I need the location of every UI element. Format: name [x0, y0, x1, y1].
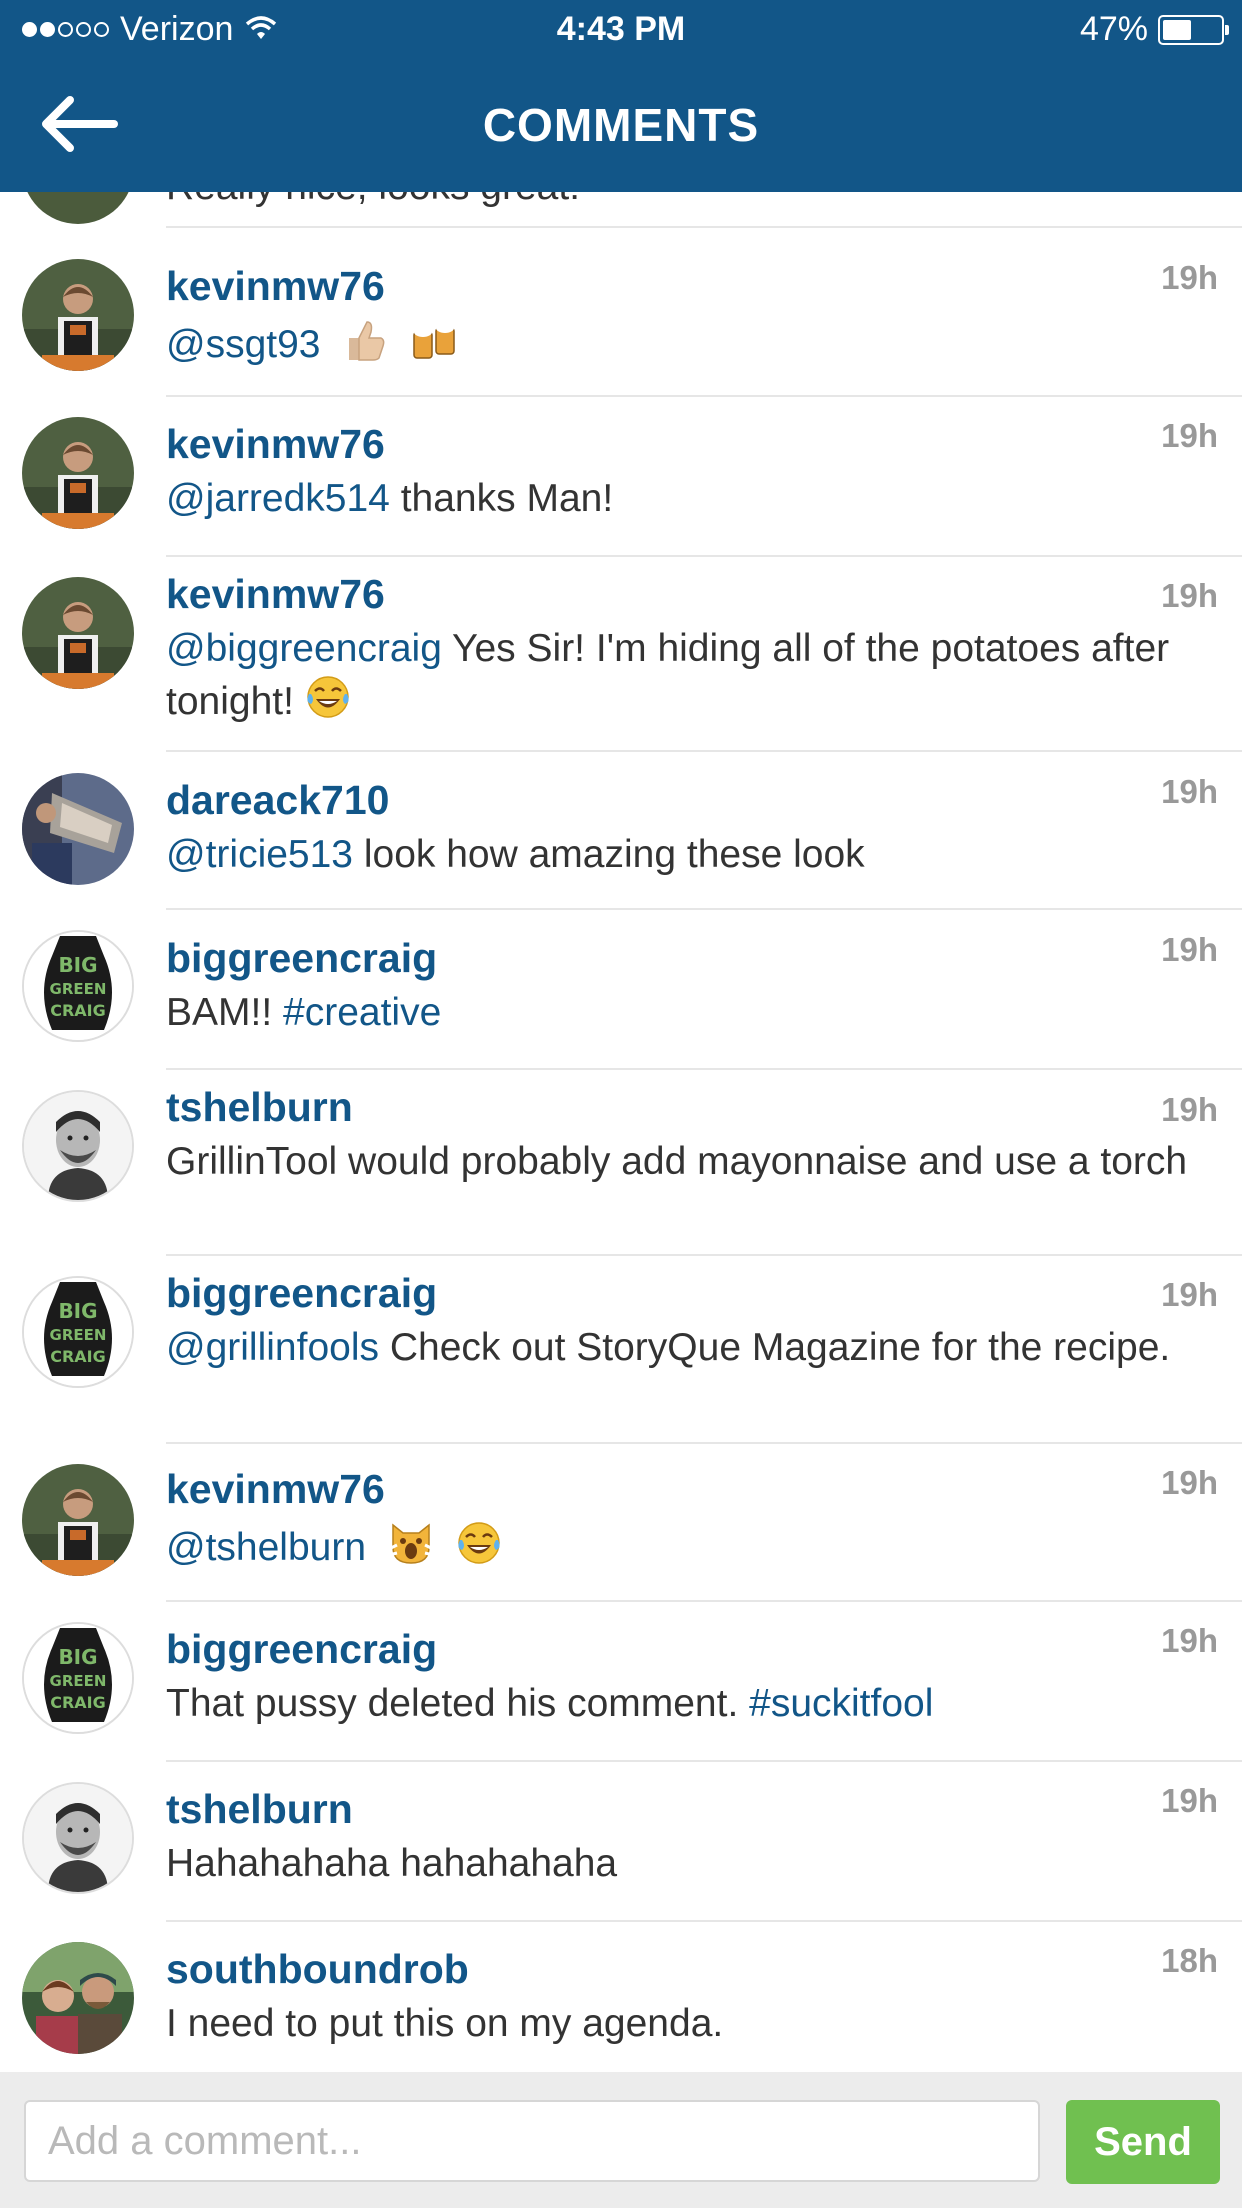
username[interactable]: tshelburn	[166, 1084, 353, 1131]
comment-text: @biggreencraig Yes Sir! I'm hiding all o…	[166, 624, 1216, 733]
svg-text:GREEN: GREEN	[50, 1672, 107, 1690]
timestamp: 19h	[1161, 1276, 1218, 1313]
nav-bar: COMMENTS	[0, 60, 1242, 192]
timestamp: 18h	[1161, 1942, 1218, 1979]
comment-text: GrillinTool would probably add mayonnais…	[166, 1140, 1188, 1183]
svg-text:CRAIG: CRAIG	[50, 1347, 106, 1366]
avatar[interactable]	[22, 773, 134, 885]
comment-list[interactable]: Really nice, looks great! kevinmw76 19h …	[0, 192, 1242, 2072]
page-title: COMMENTS	[482, 99, 760, 151]
avatar[interactable]	[22, 1090, 134, 1202]
comment-row: BIG GREEN CRAIG biggreencraig 19h @grillin…	[0, 1256, 1242, 1444]
screaming-cat-icon	[387, 1519, 435, 1580]
svg-text:BIG: BIG	[58, 953, 97, 977]
timestamp: 19h	[1161, 259, 1218, 296]
comment-text: Hahahahaha hahahahaha	[166, 1842, 618, 1885]
comment-text: @ssgt93	[166, 316, 1216, 377]
timestamp: 19h	[1161, 1091, 1218, 1128]
mention-link[interactable]: @ssgt93	[166, 323, 321, 366]
battery-group: 47%	[1079, 10, 1229, 49]
avatar[interactable]	[22, 1464, 134, 1576]
avatar[interactable]: BIG GREEN CRAIG	[22, 1622, 134, 1734]
username[interactable]: kevinmw76	[166, 571, 385, 618]
comment-row: southboundrob 18h I need to put this on …	[0, 1922, 1242, 2072]
comment-text: That pussy deleted his comment. #suckitf…	[166, 1682, 934, 1725]
comment-text: I need to put this on my agenda.	[166, 2002, 724, 2045]
hashtag-link[interactable]: #suckitfool	[749, 1682, 933, 1725]
laughing-tears-icon	[305, 674, 351, 733]
username[interactable]: kevinmw76	[166, 1466, 385, 1513]
comment-text: @jarredk514 thanks Man!	[166, 477, 614, 520]
timestamp: 19h	[1161, 773, 1218, 810]
laughing-tears-icon	[456, 1520, 502, 1579]
comment-text: Really nice, looks great!	[166, 192, 1216, 212]
comment-row: BIG GREEN CRAIG biggreencraig 19h BAM!! #c…	[0, 910, 1242, 1070]
svg-text:CRAIG: CRAIG	[50, 1693, 106, 1712]
beer-mugs-icon	[410, 316, 458, 377]
comment-row: BIG GREEN CRAIG biggreencraig 19h That pus…	[0, 1602, 1242, 1762]
avatar[interactable]: BIG GREEN CRAIG	[22, 1276, 134, 1388]
list-item: Really nice, looks great!	[0, 192, 1242, 228]
avatar[interactable]	[22, 577, 134, 689]
mention-link[interactable]: @biggreencraig	[166, 627, 442, 670]
username[interactable]: biggreencraig	[166, 1626, 437, 1673]
username[interactable]: biggreencraig	[166, 1270, 437, 1317]
timestamp: 19h	[1161, 1782, 1218, 1819]
avatar[interactable]	[22, 417, 134, 529]
thumbs-up-icon	[341, 316, 389, 377]
timestamp: 19h	[1161, 577, 1218, 614]
avatar[interactable]: BIG GREEN CRAIG	[22, 930, 134, 1042]
comment-row: kevinmw76 19h @jarredk514 thanks Man!	[0, 397, 1242, 557]
avatar[interactable]	[22, 1942, 134, 2054]
svg-text:BIG: BIG	[58, 1299, 97, 1323]
comment-row: tshelburn 19h Hahahahaha hahahahaha	[0, 1762, 1242, 1922]
svg-text:GREEN: GREEN	[50, 1326, 107, 1344]
comment-text: @tricie513 look how amazing these look	[166, 833, 865, 876]
username[interactable]: biggreencraig	[166, 935, 437, 982]
mention-link[interactable]: @jarredk514	[166, 477, 390, 520]
username[interactable]: southboundrob	[166, 1946, 469, 1993]
timestamp: 19h	[1161, 931, 1218, 968]
username[interactable]: kevinmw76	[166, 421, 385, 468]
comment-composer: Send	[0, 2072, 1242, 2208]
comment-input[interactable]	[24, 2100, 1040, 2182]
battery-icon	[1158, 14, 1229, 45]
comment-text: @tshelburn	[166, 1519, 1216, 1580]
comment-text: @grillinfools Check out StoryQue Magazin…	[166, 1326, 1171, 1369]
comment-row: dareack710 19h @tricie513 look how amazi…	[0, 752, 1242, 910]
comment-row: tshelburn 19h GrillinTool would probably…	[0, 1070, 1242, 1256]
mention-link[interactable]: @tshelburn	[166, 1526, 366, 1569]
username[interactable]: kevinmw76	[166, 263, 385, 310]
username[interactable]: tshelburn	[166, 1786, 353, 1833]
timestamp: 19h	[1161, 1622, 1218, 1659]
avatar[interactable]	[22, 259, 134, 371]
hashtag-link[interactable]: #creative	[283, 991, 441, 1034]
status-bar: Verizon 4:43 PM 47%	[0, 0, 1242, 60]
comment-row: kevinmw76 19h @biggreencraig Yes Sir! I'…	[0, 557, 1242, 752]
comment-row: kevinmw76 19h @tshelburn	[0, 1444, 1242, 1602]
svg-text:BIG: BIG	[58, 1645, 97, 1669]
clock: 4:43 PM	[556, 10, 686, 48]
avatar[interactable]	[22, 192, 134, 224]
timestamp: 19h	[1161, 1464, 1218, 1501]
mention-link[interactable]: @tricie513	[166, 833, 353, 876]
mention-link[interactable]: @grillinfools	[166, 1326, 379, 1369]
svg-text:GREEN: GREEN	[50, 980, 107, 998]
avatar[interactable]	[22, 1782, 134, 1894]
battery-percent: 47%	[1079, 10, 1148, 48]
timestamp: 19h	[1161, 417, 1218, 454]
comment-text: BAM!! #creative	[166, 991, 442, 1034]
svg-text:CRAIG: CRAIG	[50, 1001, 106, 1020]
username[interactable]: dareack710	[166, 777, 389, 824]
send-button[interactable]: Send	[1066, 2100, 1220, 2184]
comment-row: kevinmw76 19h @ssgt93	[0, 237, 1242, 397]
